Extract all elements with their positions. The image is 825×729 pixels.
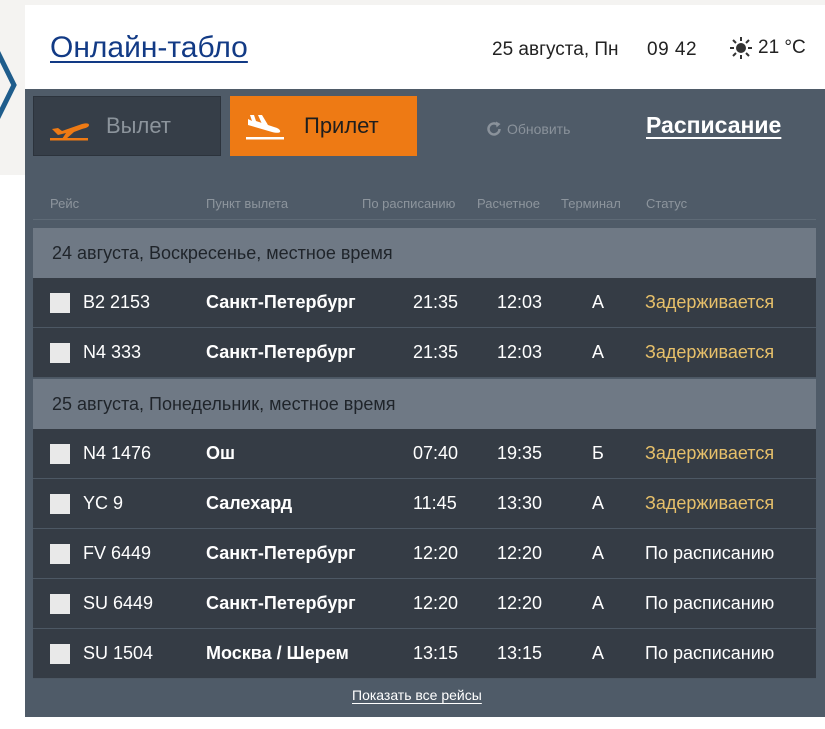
scheduled-time: 07:40 [413,443,459,463]
column-header-estimated: Расчетное [477,196,540,211]
show-all-flights-link[interactable]: Показать все рейсы [352,687,482,703]
column-header-terminal: Терминал [561,196,621,211]
flight-number: SU 1504 [83,643,154,663]
origin-city: Санкт-Петербург [206,543,356,563]
flight-status: Задерживается [645,342,775,362]
origin-city: Москва / Шерем [206,643,349,663]
airline-logo-icon [50,644,70,664]
scheduled-time: 21:35 [413,342,459,362]
column-header-origin: Пункт вылета [206,196,289,211]
flight-number: FV 6449 [83,543,152,563]
flight-board: Вылет Прилет Обновить Расписание Рейс Пу… [25,89,825,717]
day-header: 24 августа, Воскресенье, местное время [33,228,816,278]
airline-logo-icon [50,444,70,464]
flight-number: N4 333 [83,342,142,362]
divider [33,219,816,220]
table-row[interactable]: N4 1476 Ош 07:40 19:35 Б Задерживается [33,429,816,479]
origin-city: Санкт-Петербург [206,593,356,613]
scheduled-time: 13:15 [413,643,459,663]
table-row[interactable]: YC 9 Салехард 11:45 13:30 A Задерживаетс… [33,479,816,529]
origin-city: Санкт-Петербург [206,292,356,312]
scheduled-time: 11:45 [413,493,457,513]
estimated-time: 12:03 [497,292,543,312]
terminal: Б [592,443,604,463]
tab-arrival-label: Прилет [304,113,379,138]
table-row[interactable]: SU 6449 Санкт-Петербург 12:20 12:20 A По… [33,579,816,629]
flight-number: YC 9 [83,493,124,513]
estimated-time: 13:30 [497,493,543,513]
flight-status: Задерживается [645,443,775,463]
terminal: A [592,543,605,563]
tab-arrival[interactable]: Прилет [230,96,417,156]
temperature: 21 °C [758,37,806,58]
scheduled-time: 21:35 [413,292,459,312]
airline-logo-icon [50,293,70,313]
terminal: A [592,493,605,513]
scheduled-time: 12:20 [413,593,459,613]
terminal: A [592,643,605,663]
airline-logo-icon [50,544,70,564]
refresh-icon [487,121,501,136]
table-row[interactable]: SU 1504 Москва / Шерем 13:15 13:15 A По … [33,629,816,679]
flight-number: N4 1476 [83,443,152,463]
origin-city: Санкт-Петербург [206,342,356,362]
weather: 21 °C [730,37,806,59]
header: Онлайн-табло 25 августа, Пн 09 42 21 °C [25,5,825,89]
sun-icon [730,37,752,59]
flight-status: По расписанию [645,643,775,663]
tab-departure-label: Вылет [106,113,171,138]
flight-status: Задерживается [645,292,775,312]
scheduled-time: 12:20 [413,543,459,563]
flight-status: Задерживается [645,493,775,513]
column-header-scheduled: По расписанию [362,196,456,211]
estimated-time: 19:35 [497,443,543,463]
terminal: A [592,342,605,362]
terminal: A [592,292,605,312]
airline-logo-icon [50,343,70,363]
column-header-status: Статус [646,196,688,211]
flight-number: SU 6449 [83,593,154,613]
refresh-button[interactable]: Обновить [485,120,570,138]
schedule-link[interactable]: Расписание [646,112,781,139]
table-row[interactable]: N4 333 Санкт-Петербург 21:35 12:03 A Зад… [33,328,816,378]
airline-logo-icon [50,494,70,514]
terminal: A [592,593,605,613]
hexagon-decoration [0,51,17,119]
flight-status: По расписанию [645,593,775,613]
page-title[interactable]: Онлайн-табло [50,31,248,65]
table-row[interactable]: B2 2153 Санкт-Петербург 21:35 12:03 A За… [33,278,816,328]
refresh-label: Обновить [507,121,571,137]
airline-logo-icon [50,594,70,614]
estimated-time: 12:20 [497,593,543,613]
column-header-flight: Рейс [50,196,80,211]
estimated-time: 12:20 [497,543,543,563]
table-row[interactable]: FV 6449 Санкт-Петербург 12:20 12:20 A По… [33,529,816,579]
flight-number: B2 2153 [83,292,151,312]
day-header: 25 августа, Понедельник, местное время [33,379,816,429]
origin-city: Салехард [206,493,293,513]
arrival-plane-icon [246,115,284,140]
origin-city: Ош [206,443,236,463]
current-date: 25 августа, Пн [492,39,619,60]
departure-plane-icon [50,123,89,141]
flight-status: По расписанию [645,543,775,563]
estimated-time: 12:03 [497,342,543,362]
estimated-time: 13:15 [497,643,543,663]
current-time: 09 42 [647,39,698,60]
tab-departure[interactable]: Вылет [33,96,221,156]
